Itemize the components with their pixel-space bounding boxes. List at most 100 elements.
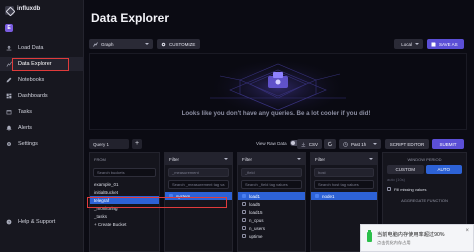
time-range-label: Past 1h <box>351 141 367 147</box>
refresh-icon <box>327 141 333 147</box>
checkbox[interactable] <box>242 226 246 230</box>
sidebar-item-label: Dashboards <box>18 93 48 99</box>
submit-button[interactable]: SUBMIT <box>432 139 464 149</box>
window-custom-button[interactable]: CUSTOM <box>387 165 424 174</box>
annotation-highlight-box <box>87 197 227 208</box>
list-item-label: load1 <box>249 193 261 199</box>
save-as-button[interactable]: SAVE AS <box>427 39 464 49</box>
chevron-down-icon <box>297 158 301 160</box>
filter-head[interactable]: Filter <box>165 153 232 165</box>
timezone-label: Local <box>401 41 412 47</box>
list-item[interactable]: initialBucket <box>90 188 159 196</box>
list-item[interactable]: _tasks <box>90 212 159 220</box>
list-item[interactable]: load5 <box>238 200 305 208</box>
view-raw-data-toggle[interactable]: View Raw Data <box>256 140 301 146</box>
gear-icon <box>7 142 11 146</box>
script-editor-label: SCRIPT EDITOR <box>389 141 425 147</box>
sidebar-item-dashboards[interactable]: Dashboards <box>0 89 84 103</box>
close-icon[interactable]: × <box>465 228 469 234</box>
tab-query-1[interactable]: Query 1 <box>89 139 129 149</box>
list-item[interactable]: example_01 <box>90 180 159 188</box>
filter-key-dropdown[interactable]: host <box>314 168 374 177</box>
graph-type-icon <box>93 41 98 47</box>
filter-key-dropdown[interactable]: _measurement <box>168 168 229 177</box>
bell-icon <box>6 125 12 131</box>
list-item[interactable]: n_cpus <box>238 216 305 224</box>
calendar-icon <box>6 110 12 115</box>
customize-button[interactable]: CUSTOMIZE <box>157 39 200 49</box>
field-search-input[interactable]: Search _field tag values <box>241 180 302 189</box>
notification-toast[interactable]: 当前电脑内存使用率超过90% 点击优化内存占用 × <box>360 224 474 252</box>
auto-label: AUTO <box>437 167 450 172</box>
gear-icon <box>161 42 166 46</box>
list-item[interactable]: uptime <box>238 232 305 240</box>
list-item[interactable]: load15 <box>238 208 305 216</box>
checkbox[interactable] <box>315 194 319 198</box>
sidebar-item-settings[interactable]: Settings <box>0 137 84 151</box>
timezone-dropdown[interactable]: Local <box>394 39 423 49</box>
fill-missing-option[interactable]: Fill missing values <box>383 185 466 193</box>
list-item-label: uptime <box>249 233 263 239</box>
graph-type-dropdown[interactable]: Graph <box>89 39 153 49</box>
host-search-input[interactable]: Search host tag values <box>314 180 374 189</box>
graph-type-label: Graph <box>101 41 114 47</box>
sidebar-item-label: Tasks <box>18 109 33 115</box>
refresh-button[interactable] <box>324 139 336 149</box>
filter-panel-field: Filter _field Search _field tag values l… <box>237 152 306 252</box>
checkbox[interactable] <box>242 194 246 198</box>
chevron-down-icon <box>415 43 419 45</box>
window-auto-button[interactable]: AUTO <box>425 165 462 174</box>
sidebar-item-load-data[interactable]: Load Data <box>0 41 84 55</box>
submit-label: SUBMIT <box>439 141 457 147</box>
list-item-selected[interactable]: load1 <box>238 192 305 200</box>
dashboard-icon <box>6 93 12 99</box>
csv-button[interactable]: CSV <box>297 139 322 149</box>
window-period-label: WINDOW PERIOD <box>407 157 442 162</box>
add-query-button[interactable]: + <box>132 139 142 149</box>
annotation-highlight-box <box>12 58 69 71</box>
auto-window-value: auto (10s) <box>387 177 406 182</box>
aggregate-function-label: AGGREGATE FUNCTION <box>401 198 448 203</box>
filter-head[interactable]: Filter <box>311 153 377 165</box>
sidebar-item-label: Help & Support <box>18 219 56 225</box>
list-item-label: load15 <box>249 209 263 215</box>
bucket-search-input[interactable]: Search buckets <box>93 168 156 177</box>
create-bucket-link[interactable]: + Create Bucket <box>90 220 159 228</box>
sidebar-item-alerts[interactable]: Alerts <box>0 121 84 135</box>
filter-head[interactable]: Filter <box>238 153 305 165</box>
checkbox[interactable] <box>242 234 246 238</box>
toast-subtitle[interactable]: 点击优化内存占用 <box>377 240 411 246</box>
list-item-label: n_users <box>249 225 266 231</box>
sidebar-item-label: Notebooks <box>18 77 45 83</box>
brand-name: influxdb <box>17 6 41 12</box>
sidebar-item-help[interactable]: ? Help & Support <box>0 215 84 229</box>
svg-text:?: ? <box>8 220 10 224</box>
filter-key-dropdown[interactable]: _field <box>241 168 302 177</box>
checkbox[interactable] <box>387 187 391 191</box>
query-tab-label: Query 1 <box>93 141 110 147</box>
checkbox[interactable] <box>242 202 246 206</box>
measurement-search-input[interactable]: Search _measurement tag va <box>168 180 229 189</box>
org-avatar[interactable]: E <box>5 24 13 32</box>
sidebar-item-tasks[interactable]: Tasks <box>0 105 84 119</box>
empty-graph-illustration <box>208 58 348 118</box>
list-item-label: n_cpus <box>249 217 264 223</box>
empty-graph-message: Looks like you don't have any queries. B… <box>181 110 371 117</box>
graph-area: Looks like you don't have any queries. B… <box>89 53 467 130</box>
list-item[interactable]: n_users <box>238 224 305 232</box>
chevron-down-icon <box>145 43 149 45</box>
sidebar-item-notebooks[interactable]: Notebooks <box>0 73 84 87</box>
help-icon: ? <box>6 219 12 225</box>
filter-head-label: Filter <box>242 156 252 162</box>
filter-head-label: Filter <box>315 156 325 162</box>
list-item-selected[interactable]: node1 <box>311 192 377 200</box>
time-range-dropdown[interactable]: Past 1h <box>339 139 381 149</box>
page-title: Data Explorer <box>91 11 170 25</box>
checkbox[interactable] <box>242 210 246 214</box>
save-icon <box>431 42 436 46</box>
from-label: FROM <box>94 157 106 162</box>
save-as-label: SAVE AS <box>439 41 458 47</box>
script-editor-button[interactable]: SCRIPT EDITOR <box>385 139 429 149</box>
checkbox[interactable] <box>242 218 246 222</box>
fill-missing-label: Fill missing values <box>394 186 427 192</box>
